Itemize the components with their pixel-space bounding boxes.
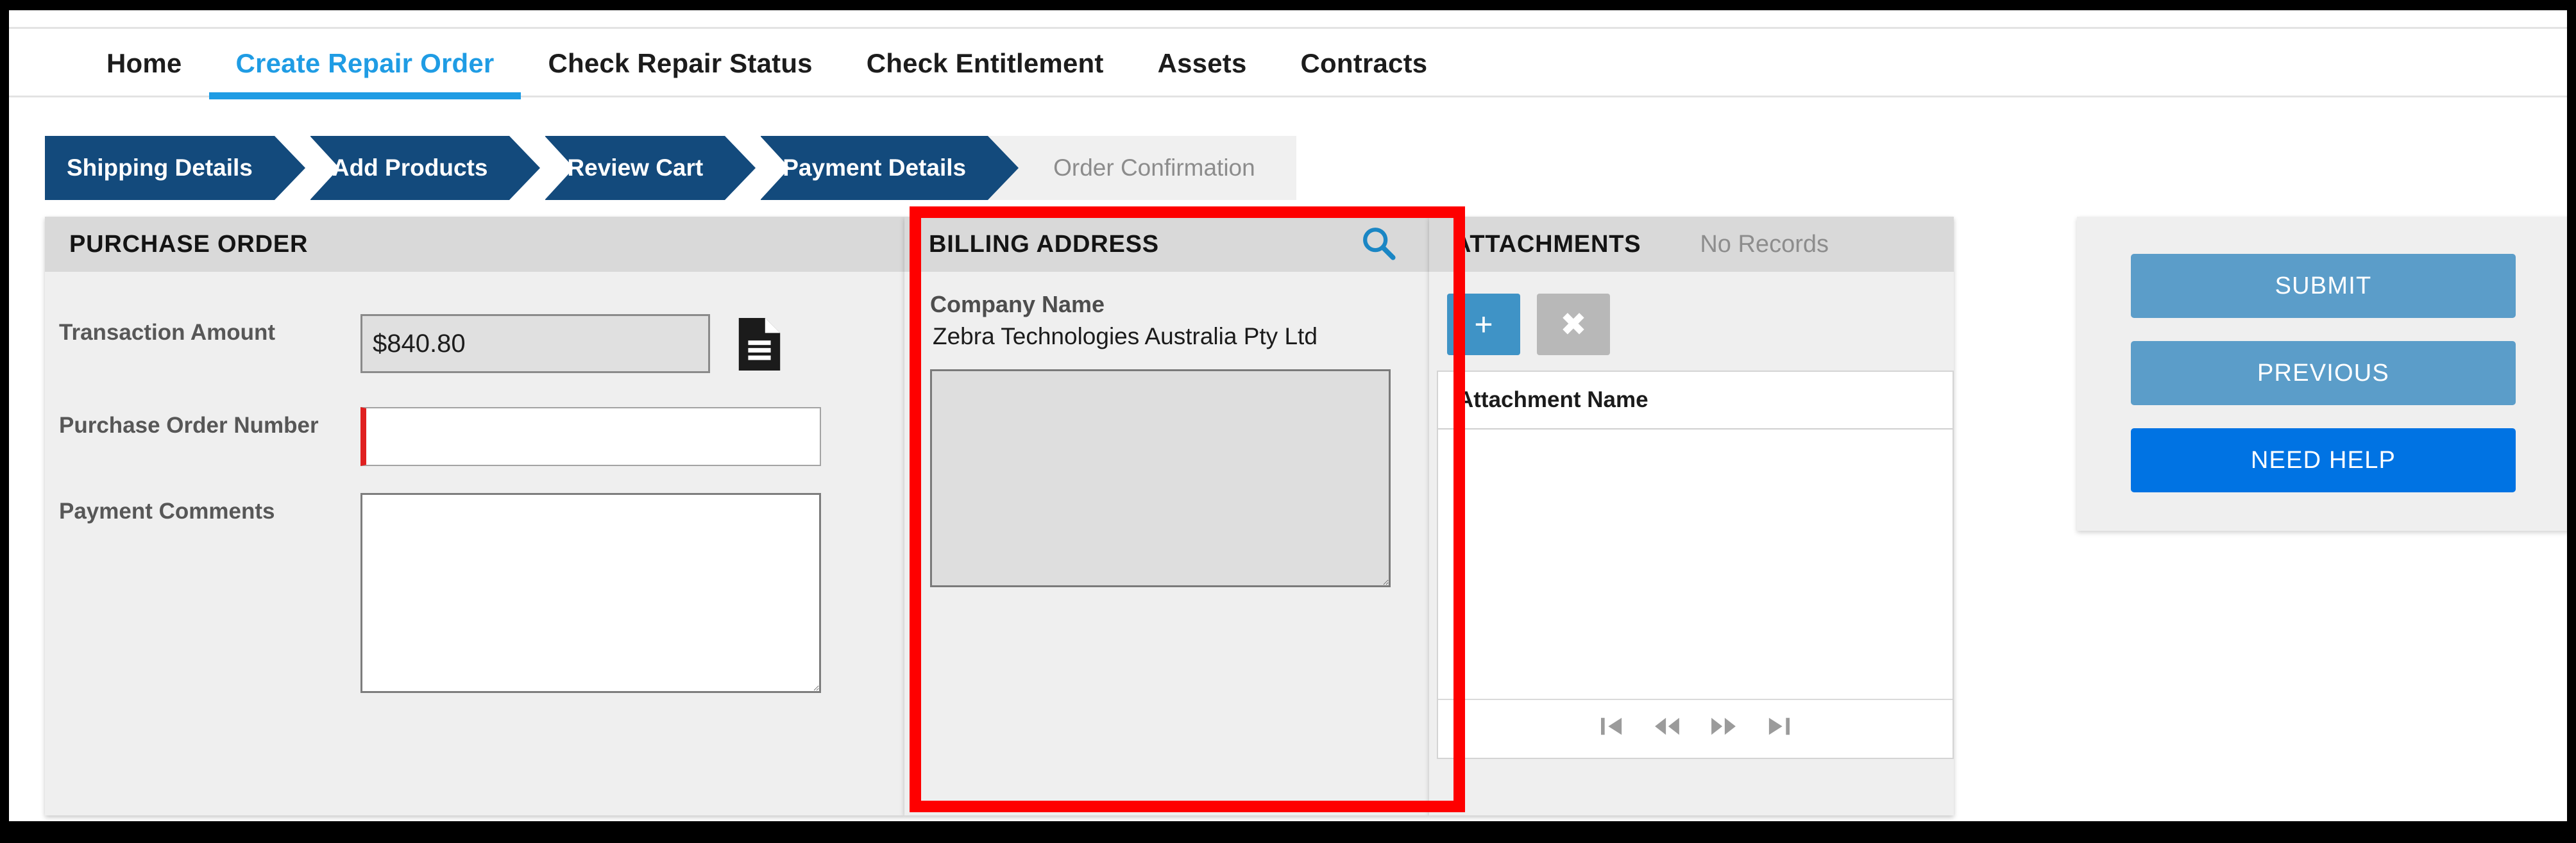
payment-comments-label: Payment Comments: [59, 499, 275, 524]
purchase-order-panel-header: PURCHASE ORDER: [45, 217, 904, 272]
screenshot-frame: Home Create Repair Order Check Repair St…: [0, 0, 2576, 843]
step-review-cart[interactable]: Review Cart: [545, 136, 756, 200]
company-name-value: Zebra Technologies Australia Pty Ltd: [933, 323, 1318, 349]
wizard-stepper: Shipping Details Add Products Review Car…: [45, 136, 1296, 200]
purchase-order-number-row: Purchase Order Number: [45, 374, 904, 466]
nav-tab-label: Create Repair Order: [235, 47, 495, 78]
attachments-toolbar: + ✖: [1429, 272, 1954, 355]
step-label: Review Cart: [567, 154, 704, 181]
submit-button[interactable]: SUBMIT: [2131, 254, 2516, 318]
delete-attachment-button[interactable]: ✖: [1537, 294, 1610, 355]
main-navigation: Home Create Repair Order Check Repair St…: [9, 27, 2567, 99]
step-label: Order Confirmation: [1053, 154, 1255, 181]
transaction-amount-row: Transaction Amount: [45, 272, 904, 374]
billing-address-panel-body: Company Name Zebra Technologies Australi…: [904, 272, 1429, 590]
step-label: Payment Details: [783, 154, 967, 181]
pager-first-icon[interactable]: [1600, 715, 1624, 743]
nav-tab-label: Contracts: [1300, 47, 1428, 78]
previous-button[interactable]: PREVIOUS: [2131, 341, 2516, 405]
step-order-confirmation: Order Confirmation: [988, 136, 1296, 200]
attachments-pagination: [1438, 699, 1953, 758]
step-add-products[interactable]: Add Products: [309, 136, 540, 200]
panel-title: PURCHASE ORDER: [69, 230, 309, 258]
billing-address-panel: BILLING ADDRESS Company Name Zebra Techn…: [904, 217, 1429, 815]
attachments-panel: ATTACHMENTS No Records + ✖ Attachment Na…: [1429, 217, 1954, 815]
nav-tab-label: Home: [106, 47, 182, 78]
step-payment-details[interactable]: Payment Details: [760, 136, 1019, 200]
pager-previous-icon[interactable]: [1654, 715, 1681, 743]
nav-tab-label: Check Entitlement: [866, 47, 1104, 78]
nav-tab-label: Check Repair Status: [548, 47, 813, 78]
step-label: Add Products: [332, 154, 488, 181]
attachments-status-text: No Records: [1700, 230, 1829, 258]
attachments-panel-header: ATTACHMENTS No Records: [1429, 217, 1954, 272]
purchase-order-number-label: Purchase Order Number: [59, 413, 319, 438]
nav-tab-assets[interactable]: Assets: [1131, 29, 1274, 97]
panel-title: BILLING ADDRESS: [929, 230, 1159, 258]
search-icon[interactable]: [1360, 224, 1397, 265]
nav-tab-check-entitlement[interactable]: Check Entitlement: [840, 29, 1131, 97]
pager-last-icon[interactable]: [1767, 715, 1791, 743]
step-shipping-details[interactable]: Shipping Details: [45, 136, 305, 200]
transaction-amount-field[interactable]: [360, 314, 710, 373]
attachments-table: Attachment Name: [1437, 371, 1954, 759]
attachments-panel-body: + ✖ Attachment Name: [1429, 272, 1954, 759]
transaction-amount-label: Transaction Amount: [59, 320, 276, 345]
nav-tab-contracts[interactable]: Contracts: [1274, 29, 1455, 97]
attachments-table-header[interactable]: Attachment Name: [1438, 372, 1953, 430]
pager-next-icon[interactable]: [1710, 715, 1737, 743]
column-header-attachment-name: Attachment Name: [1457, 387, 1648, 412]
billing-address-panel-header: BILLING ADDRESS: [904, 217, 1429, 272]
purchase-order-panel-body: Transaction Amount Purchase Order Num: [45, 272, 904, 693]
payment-comments-textarea[interactable]: [360, 493, 821, 693]
nav-tab-list: Home Create Repair Order Check Repair St…: [80, 29, 1455, 99]
action-button-panel: SUBMIT PREVIOUS NEED HELP: [2077, 217, 2567, 531]
application-page: Home Create Repair Order Check Repair St…: [9, 10, 2567, 821]
nav-tab-home[interactable]: Home: [80, 29, 209, 97]
add-attachment-button[interactable]: +: [1447, 294, 1520, 355]
company-name-label: Company Name: [930, 291, 1105, 317]
purchase-order-panel: PURCHASE ORDER Transaction Amount $840.8…: [45, 217, 904, 815]
need-help-button[interactable]: NEED HELP: [2131, 428, 2516, 492]
nav-tab-check-repair-status[interactable]: Check Repair Status: [521, 29, 839, 97]
purchase-order-number-input[interactable]: [360, 407, 821, 466]
step-label: Shipping Details: [67, 154, 253, 181]
panel-title: ATTACHMENTS: [1453, 230, 1641, 258]
billing-address-textarea[interactable]: [930, 369, 1391, 587]
nav-tab-label: Assets: [1157, 47, 1247, 78]
nav-tab-create-repair-order[interactable]: Create Repair Order: [208, 29, 521, 99]
payment-comments-row: Payment Comments: [45, 466, 904, 693]
document-icon[interactable]: [738, 314, 781, 374]
